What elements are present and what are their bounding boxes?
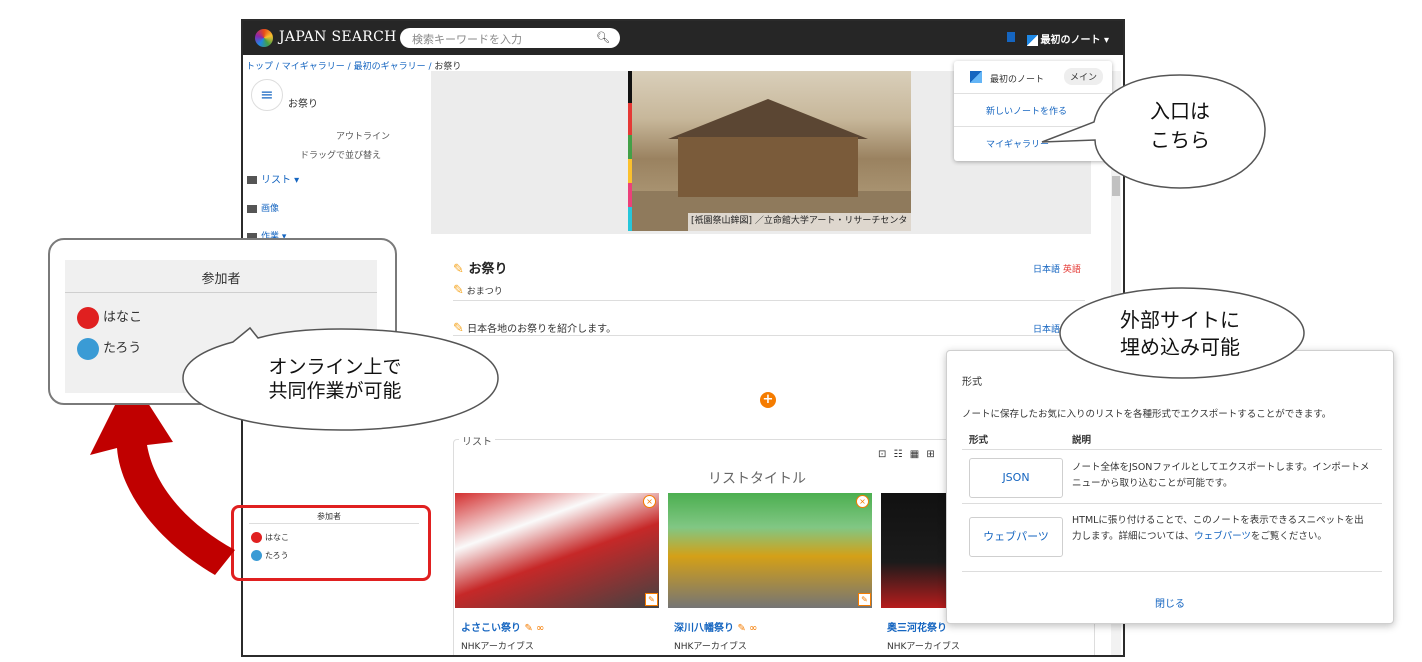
edit-icon[interactable]: ✎ [858,593,871,606]
search-input[interactable]: 検索キーワードを入力 🔍︎ [400,28,620,48]
note-menu-button[interactable]: 最初のノート ▾ [1027,31,1109,46]
json-export-button[interactable]: JSON [969,458,1063,498]
column-header-description: 説明 [1072,435,1092,446]
sidebar-item-list[interactable]: リスト ▾ [247,171,299,186]
dialog-title: 形式 [962,377,982,388]
close-button[interactable]: 閉じる [947,595,1393,610]
card-image-yosakoi[interactable] [455,493,659,608]
webparts-description: HTMLに張り付けることで、このノートを表示できるスニペットを出力します。詳細に… [1072,515,1364,542]
divider [65,292,377,293]
json-description: ノート全体をJSONファイルとしてエクスポートします。インポートメニューから取り… [1072,462,1370,489]
note-icon [970,71,982,83]
card-title[interactable]: 奥三河花祭り [887,619,947,634]
list-title[interactable]: リストタイトル [708,468,806,488]
divider [962,449,1382,450]
edit-pencil-icon[interactable]: ✎ [453,283,464,298]
column-header-format: 形式 [969,435,989,446]
card-image-fukagawa[interactable] [668,493,872,608]
outline-heading: アウトライン [336,132,391,142]
breadcrumb: トップ / マイギャラリー / 最初のギャラリー / お祭り [246,62,462,72]
divider [453,335,1085,336]
user-icon[interactable] [1007,32,1015,42]
card-source: NHKアーカイブス [674,642,747,652]
participant-row: はなこ [77,306,142,329]
add-block-button[interactable]: + [760,392,776,408]
top-navbar: JAPAN SEARCH 検索キーワードを入力 🔍︎ 最初のノート ▾ [243,21,1123,55]
entry-callout-text: 入口は こちら [1150,99,1210,152]
divider [962,503,1382,504]
divider [962,571,1382,572]
participant-avatar-icon [77,306,99,329]
language-switch[interactable]: 日本語 英語 [1033,262,1081,275]
divider [453,300,1085,301]
card-title[interactable]: 深川八幡祭り ✎ ∞ [674,619,757,634]
breadcrumb-my-gallery[interactable]: マイギャラリー [282,62,345,72]
sidebar-item-image[interactable]: 画像 [247,201,279,214]
hero-caption: [祇園祭山鉾図] ／立命館大学アート・リサーチセンター [688,213,911,231]
collab-callout-text: オンライン上で 共同作業が可能 [268,356,402,402]
webparts-export-button[interactable]: ウェブパーツ [969,517,1063,557]
edit-icon[interactable]: ✎ [645,593,658,606]
brand-name[interactable]: JAPAN SEARCH [279,29,397,45]
breadcrumb-first-gallery[interactable]: 最初のギャラリー [354,62,426,72]
edit-link-icon[interactable]: ✎ ∞ [524,623,544,634]
card-source: NHKアーカイブス [887,642,960,652]
remove-icon[interactable]: × [643,495,656,508]
hero-painting-image[interactable]: [祇園祭山鉾図] ／立命館大学アート・リサーチセンター [628,71,911,231]
participant-row: たろう [77,337,141,360]
list-icon [247,176,257,184]
note-icon [1027,34,1039,46]
gallery-reading[interactable]: ✎ おまつり [453,283,503,298]
color-strip [628,71,632,231]
card-image-okumikawa[interactable] [881,493,951,608]
embed-callout-text: 外部サイトに 埋め込み可能 [1120,308,1240,359]
drag-hint: ドラッグで並び替え [300,151,382,161]
card-title[interactable]: よさこい祭り ✎ ∞ [461,619,544,634]
dialog-description: ノートに保存したお気に入りのリストを各種形式でエクスポートすることができます。 [962,409,1332,420]
breadcrumb-top[interactable]: トップ [246,62,273,72]
japan-search-logo-icon[interactable] [255,29,273,47]
search-icon[interactable]: 🔍︎ [596,31,610,44]
search-placeholder: 検索キーワードを入力 [412,33,522,46]
remove-icon[interactable]: × [856,495,869,508]
participant-avatar-icon [77,337,99,360]
gallery-title[interactable]: ✎ お祭り [453,258,507,277]
image-icon [247,204,257,213]
painting-float-roof [668,99,868,139]
participants-highlight-box [231,505,431,581]
edit-link-icon[interactable]: ✎ ∞ [737,623,757,634]
card-source: NHKアーカイブス [461,642,534,652]
menu-toggle-button[interactable]: ≡ [251,79,283,111]
edit-pencil-icon[interactable]: ✎ [453,262,464,277]
webparts-link[interactable]: ウェブパーツ [1194,531,1251,542]
participants-title: 参加者 [201,272,241,287]
sidebar-title: お祭り [288,99,318,110]
painting-float-body [678,137,858,197]
view-mode-icons[interactable]: ⊡ ☷ ▦ ⊞ [878,449,937,460]
export-dialog: 形式 ノートに保存したお気に入りのリストを各種形式でエクスポートすることができま… [946,350,1394,624]
